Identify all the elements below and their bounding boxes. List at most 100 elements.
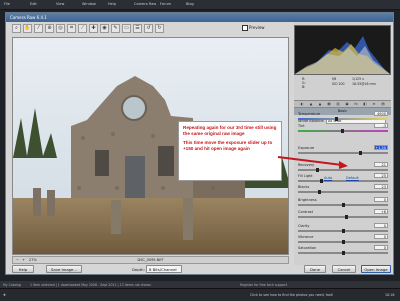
blacks-value[interactable]: 23 [374,184,388,189]
save-image-button[interactable]: Save Image... [46,265,82,273]
target-adjust-icon[interactable]: ◎ [56,24,65,33]
done-button[interactable]: Done [304,265,326,273]
menu-item-view[interactable]: View [56,2,64,6]
brightness-value[interactable]: 0 [374,197,388,202]
snapshots-icon[interactable]: ▤ [379,102,387,107]
preview-label: Preview [249,25,265,30]
contrast-slider-thumb[interactable] [344,215,348,219]
fill-light-slider-track[interactable] [298,180,388,182]
menu-item-forum[interactable]: Forum [160,2,171,6]
aperture: f/8 [332,77,337,81]
lens-icon[interactable]: ▣ [343,102,351,107]
slider-row-saturation: Saturation 0 [298,245,388,257]
depth-value: 8 Bits/Channel [149,267,177,272]
temperature-value[interactable]: 4900 [374,111,388,116]
help-button[interactable]: Help [12,265,34,273]
temperature-slider-track[interactable] [298,118,388,120]
rotate-left-icon[interactable]: ↺ [144,24,153,33]
catalog-status: 1 item selected | 1 downloaded May 2008 … [30,283,152,287]
open-image-button[interactable]: Open Image [361,265,391,273]
slider-row-tint: Tint -3 [298,123,388,135]
fill-light-slider-thumb[interactable] [319,179,323,183]
depth-label: Depth: [132,267,145,272]
exposure-label: Exposure [298,146,315,150]
detail-icon[interactable]: ▲ [316,102,324,107]
spot-removal-icon[interactable]: ✚ [89,24,98,33]
redeye-icon[interactable]: ◉ [100,24,109,33]
contrast-slider-track[interactable] [298,216,388,218]
tint-value[interactable]: -3 [374,123,388,128]
register-link[interactable]: Register for free tech support [240,283,287,287]
recovery-value[interactable]: 21 [374,162,388,167]
checkbox-icon[interactable] [242,25,248,31]
graduated-filter-icon[interactable]: ▭ [122,24,131,33]
window-title-bar: Camera Raw 6.4.1 [6,13,393,22]
rotate-right-icon[interactable]: ↻ [155,24,164,33]
vibrance-slider-thumb[interactable] [342,240,345,244]
split-toning-icon[interactable]: ▥ [334,102,342,107]
blacks-slider-thumb[interactable] [317,190,321,194]
catalog-name[interactable]: My Catalog [3,283,21,287]
catalog-info-strip: My Catalog 1 item selected | 1 downloade… [0,281,400,288]
menu-item-file[interactable]: File [4,2,10,6]
saturation-value[interactable]: 0 [374,245,388,250]
vibrance-value[interactable]: 0 [374,234,388,239]
adjustment-brush-icon[interactable]: ✎ [111,24,120,33]
effects-icon[interactable]: fx [352,102,360,107]
preview-checkbox[interactable]: Preview [242,25,265,31]
taskbar-hint[interactable]: Click to see how to find the photos you … [250,293,333,297]
annotation-callout: Repeating again for our 3rd time still u… [178,121,282,181]
camera-calibration-icon[interactable]: ◧ [361,102,369,107]
slider-row-temperature: Temperature 4900 [298,111,388,123]
exposure-slider-thumb[interactable] [359,151,363,155]
brightness-slider-thumb[interactable] [342,203,345,207]
depth-select[interactable]: 8 Bits/Channel [146,265,182,273]
tint-label: Tint [298,124,305,128]
window-title: Camera Raw 6.4.1 [10,15,47,20]
fill-light-label: Fill Light [298,174,313,178]
color-sampler-icon[interactable]: ⊕ [45,24,54,33]
presets-icon[interactable]: ≡ [370,102,378,107]
iso: ISO 200 [332,82,345,86]
auto-link[interactable]: Auto [324,176,332,180]
clarity-value[interactable]: 0 [374,223,388,228]
temperature-slider-thumb[interactable] [334,117,338,121]
eyedropper-icon[interactable]: ⁄ [34,24,43,33]
hsl-icon[interactable]: ▦ [325,102,333,107]
histogram [294,25,391,75]
tone-curve-icon[interactable]: ▲ [307,102,315,107]
crop-icon[interactable]: ⌗ [67,24,76,33]
blacks-label: Blacks [298,185,310,189]
tint-slider-thumb[interactable] [341,129,345,133]
hand-icon[interactable]: ✋ [23,24,32,33]
cancel-button[interactable]: Cancel [332,265,356,273]
b-label: B: [302,85,306,89]
menu-item-camera-raw[interactable]: Camera Raw [134,2,156,6]
adjustment-panel: R: G: B: f/8 1/125 s ISO 200 18-55@18 mm… [294,22,391,265]
menu-item-blog[interactable]: Blog [186,2,194,6]
taskbar: ❖ Click to see how to find the photos yo… [0,288,400,301]
exposure-value[interactable]: +1.50 [374,145,388,150]
straighten-icon[interactable]: ⟋ [78,24,87,33]
basic-icon[interactable]: ◐ [298,102,306,107]
fill-light-value[interactable]: 25 [374,173,388,178]
histogram-graph [295,36,390,74]
clarity-label: Clarity [298,224,310,228]
default-link[interactable]: Default [346,176,359,180]
vibrance-label: Vibrance [298,235,314,239]
contrast-label: Contrast [298,210,313,214]
brightness-label: Brightness [298,198,317,202]
preferences-icon[interactable]: ☰ [133,24,142,33]
start-icon[interactable]: ❖ [3,293,6,297]
shutter-speed: 1/125 s [352,77,364,81]
callout-text-2: This time move the exposure slider up to… [183,140,273,151]
zoom-icon[interactable]: ⌕ [12,24,21,33]
saturation-slider-thumb[interactable] [342,251,345,255]
menu-item-window[interactable]: Window [82,2,96,6]
contrast-value[interactable]: +6 [374,209,388,214]
blacks-slider-track[interactable] [298,191,388,193]
file-name: DSC_0095.NEF [137,258,164,262]
clarity-slider-thumb[interactable] [342,229,345,233]
menu-item-edit[interactable]: Edit [30,2,37,6]
menu-item-help[interactable]: Help [108,2,116,6]
